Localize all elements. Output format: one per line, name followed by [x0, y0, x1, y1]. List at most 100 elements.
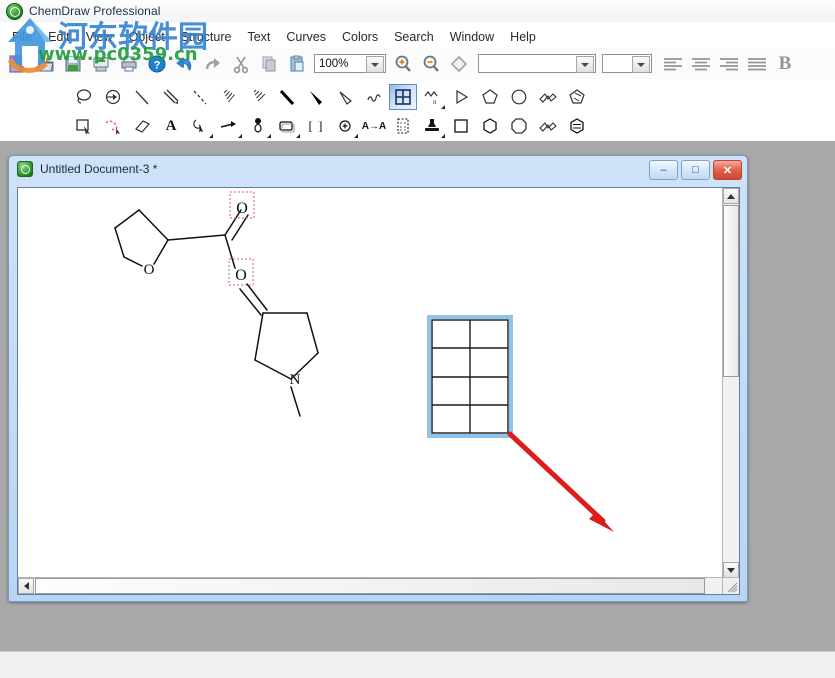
dashed-bond-tool[interactable]	[186, 84, 214, 110]
save-icon[interactable]	[60, 51, 86, 77]
menu-item-view[interactable]: View	[78, 28, 121, 46]
help-icon[interactable]: ?	[144, 51, 170, 77]
print-preview-icon[interactable]	[88, 51, 114, 77]
redo-icon[interactable]	[200, 51, 226, 77]
chair-tool[interactable]	[534, 113, 562, 139]
chevron-down-icon[interactable]	[632, 56, 650, 73]
new-document-icon[interactable]	[4, 51, 30, 77]
cyclohexane-ring-tool[interactable]	[505, 84, 533, 110]
document-window: Untitled Document-3 * – □ ✕ O N O O	[8, 155, 748, 602]
hollow-wedge-tool[interactable]	[331, 84, 359, 110]
hashed-wedge-tool[interactable]	[244, 84, 272, 110]
zoom-level-value: 100%	[319, 57, 349, 70]
menu-item-help[interactable]: Help	[502, 28, 544, 46]
menu-item-file[interactable]: File	[4, 28, 40, 46]
octagon-tool[interactable]	[505, 113, 533, 139]
tool-submenu-indicator[interactable]	[209, 134, 213, 138]
main-toolbar: ? 100% B	[0, 48, 835, 79]
arrow-tool[interactable]	[215, 113, 243, 139]
marquee-select-tool[interactable]	[70, 113, 98, 139]
pen-tool[interactable]	[186, 113, 214, 139]
menu-item-structure[interactable]: Structure	[173, 28, 240, 46]
eraser-tool[interactable]	[128, 113, 156, 139]
window-controls: – □ ✕	[646, 160, 742, 180]
cyclopentadiene-ring-tool[interactable]	[563, 84, 591, 110]
lasso-tool[interactable]	[70, 84, 98, 110]
menu-item-text[interactable]: Text	[239, 28, 278, 46]
paste-icon[interactable]	[284, 51, 310, 77]
align-center-icon[interactable]	[688, 51, 714, 77]
menu-item-search[interactable]: Search	[386, 28, 442, 46]
multiple-bond-tool[interactable]	[157, 84, 185, 110]
zoom-level-combobox[interactable]: 100%	[314, 54, 386, 73]
zoom-in-icon[interactable]	[390, 51, 416, 77]
acyclic-chain-tool[interactable]	[447, 84, 475, 110]
tool-submenu-indicator[interactable]	[441, 105, 445, 109]
bold-bond-tool[interactable]	[273, 84, 301, 110]
tool-submenu-indicator[interactable]	[354, 134, 358, 138]
undo-icon[interactable]	[172, 51, 198, 77]
stamp-tool[interactable]	[418, 113, 446, 139]
scroll-left-button[interactable]	[18, 578, 34, 594]
tool-submenu-indicator[interactable]	[238, 134, 242, 138]
minimize-button[interactable]: –	[649, 160, 678, 180]
restore-button[interactable]: □	[681, 160, 710, 180]
chevron-down-icon[interactable]	[576, 56, 594, 73]
table-tool[interactable]	[389, 84, 417, 110]
horizontal-scrollbar[interactable]	[18, 577, 723, 594]
annotation-arrow	[507, 431, 614, 532]
chevron-down-icon[interactable]	[366, 56, 384, 73]
vertical-scroll-thumb[interactable]	[723, 205, 739, 377]
table-grid-object	[427, 315, 513, 438]
font-size-combobox[interactable]	[602, 54, 652, 73]
menu-item-colors[interactable]: Colors	[334, 28, 386, 46]
align-right-icon[interactable]	[716, 51, 742, 77]
drawing-element-tool[interactable]	[273, 113, 301, 139]
query-atom-tool[interactable]: A→A	[360, 113, 388, 139]
scrollbar-corner-resize-grip[interactable]	[722, 577, 739, 594]
close-button[interactable]: ✕	[713, 160, 742, 180]
menu-item-curves[interactable]: Curves	[278, 28, 334, 46]
menu-item-object[interactable]: Object	[121, 28, 173, 46]
table-grid-tool[interactable]	[389, 113, 417, 139]
bracket-tool[interactable]: [ ]	[302, 113, 330, 139]
vertical-scrollbar[interactable]	[722, 188, 739, 578]
charge-tool[interactable]	[331, 113, 359, 139]
lasso-select-tool[interactable]	[99, 113, 127, 139]
orbital-tool[interactable]	[244, 113, 272, 139]
print-icon[interactable]	[116, 51, 142, 77]
zoom-out-icon[interactable]	[418, 51, 444, 77]
hashed-bond-tool[interactable]	[215, 84, 243, 110]
bold-button[interactable]: B	[772, 51, 798, 77]
squiggle-bond-tool[interactable]	[360, 84, 388, 110]
align-justify-icon[interactable]	[744, 51, 770, 77]
diamond-icon[interactable]	[446, 51, 472, 77]
scroll-up-button[interactable]	[723, 188, 739, 204]
font-name-combobox[interactable]	[478, 54, 596, 73]
menu-bar: File Edit View Object Structure Text Cur…	[0, 26, 835, 48]
copy-icon[interactable]	[256, 51, 282, 77]
eraser-rotate-tool[interactable]	[99, 84, 127, 110]
text-tool[interactable]: A	[157, 113, 185, 139]
square-tool[interactable]	[447, 113, 475, 139]
tool-submenu-indicator[interactable]	[441, 134, 445, 138]
menu-item-edit[interactable]: Edit	[40, 28, 78, 46]
hexagon-tool[interactable]	[476, 113, 504, 139]
menu-item-window[interactable]: Window	[442, 28, 502, 46]
solid-bond-tool[interactable]	[128, 84, 156, 110]
benzene-ring-tool[interactable]	[563, 113, 591, 139]
chair-ring-tool[interactable]	[534, 84, 562, 110]
chemdraw-app-icon	[6, 2, 23, 20]
cut-icon[interactable]	[228, 51, 254, 77]
chain-tool[interactable]: n	[418, 84, 446, 110]
tool-submenu-indicator[interactable]	[267, 134, 271, 138]
scroll-down-button[interactable]	[723, 562, 739, 578]
chemdraw-document-icon	[17, 161, 33, 177]
cyclopentane-ring-tool[interactable]	[476, 84, 504, 110]
tool-submenu-indicator[interactable]	[296, 134, 300, 138]
wedged-bond-tool[interactable]	[302, 84, 330, 110]
drawing-canvas[interactable]: O N O O	[18, 188, 723, 578]
open-document-icon[interactable]	[32, 51, 58, 77]
horizontal-scroll-thumb[interactable]	[35, 578, 705, 594]
align-left-icon[interactable]	[660, 51, 686, 77]
